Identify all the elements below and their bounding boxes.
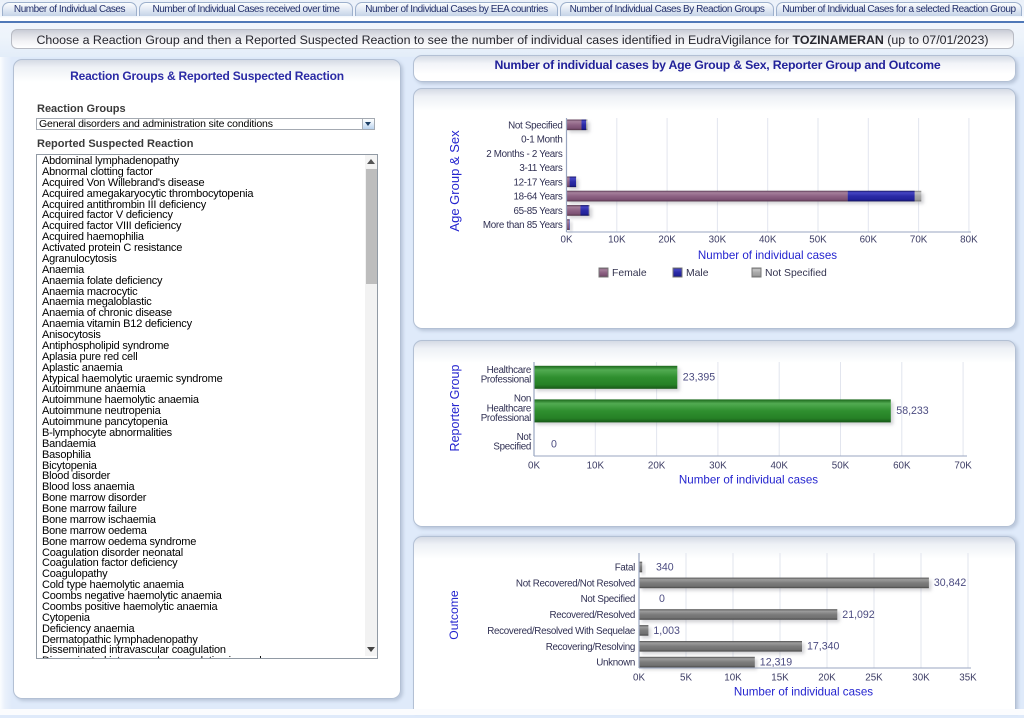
svg-text:10K: 10K bbox=[587, 461, 605, 472]
svg-text:30K: 30K bbox=[709, 461, 727, 472]
svg-text:15K: 15K bbox=[771, 673, 789, 684]
svg-text:17,340: 17,340 bbox=[807, 641, 840, 653]
svg-text:23,395: 23,395 bbox=[683, 372, 716, 384]
svg-text:30K: 30K bbox=[709, 235, 727, 246]
svg-text:Recovered/Resolved With Sequel: Recovered/Resolved With Sequelae bbox=[487, 626, 636, 637]
svg-text:30,842: 30,842 bbox=[934, 577, 967, 589]
svg-text:0: 0 bbox=[659, 593, 665, 605]
svg-text:21,092: 21,092 bbox=[842, 609, 875, 621]
svg-text:Number of individual cases: Number of individual cases bbox=[698, 249, 837, 262]
svg-text:50K: 50K bbox=[832, 461, 850, 472]
svg-text:12,319: 12,319 bbox=[760, 657, 793, 669]
svg-text:Recovering/Resolving: Recovering/Resolving bbox=[546, 642, 635, 653]
svg-text:70K: 70K bbox=[910, 235, 928, 246]
svg-text:40K: 40K bbox=[759, 235, 777, 246]
svg-text:0K: 0K bbox=[528, 461, 540, 472]
svg-text:Specified: Specified bbox=[493, 442, 531, 453]
svg-text:Unknown: Unknown bbox=[596, 658, 635, 669]
svg-text:Female: Female bbox=[612, 268, 647, 279]
svg-text:80K: 80K bbox=[960, 235, 978, 246]
svg-text:20K: 20K bbox=[658, 235, 676, 246]
svg-text:Fatal: Fatal bbox=[615, 563, 635, 574]
svg-text:10K: 10K bbox=[608, 235, 626, 246]
svg-text:0K: 0K bbox=[633, 673, 645, 684]
svg-text:20K: 20K bbox=[648, 461, 666, 472]
svg-text:Not Specified: Not Specified bbox=[508, 120, 562, 131]
svg-text:Professional: Professional bbox=[481, 375, 531, 386]
svg-text:30K: 30K bbox=[912, 673, 930, 684]
svg-text:2 Months - 2 Years: 2 Months - 2 Years bbox=[486, 149, 563, 160]
svg-text:Outcome: Outcome bbox=[447, 590, 461, 640]
svg-text:Not Recovered/Not Resolved: Not Recovered/Not Resolved bbox=[516, 578, 635, 589]
svg-text:65-85 Years: 65-85 Years bbox=[514, 206, 563, 217]
svg-text:20K: 20K bbox=[818, 673, 836, 684]
svg-text:70K: 70K bbox=[954, 461, 972, 472]
svg-text:10K: 10K bbox=[724, 673, 742, 684]
svg-text:35K: 35K bbox=[959, 673, 977, 684]
svg-text:Professional: Professional bbox=[481, 413, 531, 424]
svg-text:Number of individual cases: Number of individual cases bbox=[679, 474, 818, 487]
svg-text:Not Specified: Not Specified bbox=[765, 268, 827, 279]
svg-text:Recovered/Resolved: Recovered/Resolved bbox=[549, 610, 635, 621]
svg-text:3-11 Years: 3-11 Years bbox=[519, 163, 563, 174]
svg-text:50K: 50K bbox=[809, 235, 827, 246]
svg-text:Male: Male bbox=[686, 268, 709, 279]
svg-text:60K: 60K bbox=[893, 461, 911, 472]
svg-text:25K: 25K bbox=[865, 673, 883, 684]
svg-text:5K: 5K bbox=[680, 673, 692, 684]
svg-text:0K: 0K bbox=[561, 235, 573, 246]
svg-text:12-17 Years: 12-17 Years bbox=[514, 177, 563, 188]
svg-text:0: 0 bbox=[551, 439, 557, 451]
svg-text:340: 340 bbox=[656, 561, 674, 573]
svg-text:18-64 Years: 18-64 Years bbox=[514, 192, 563, 203]
svg-text:Age Group & Sex: Age Group & Sex bbox=[447, 130, 462, 232]
svg-text:Number of individual cases: Number of individual cases bbox=[734, 686, 873, 699]
svg-text:0-1 Month: 0-1 Month bbox=[521, 135, 562, 146]
svg-text:40K: 40K bbox=[770, 461, 788, 472]
svg-text:60K: 60K bbox=[860, 235, 878, 246]
svg-text:1,003: 1,003 bbox=[653, 625, 680, 637]
svg-text:Not Specified: Not Specified bbox=[581, 594, 635, 605]
svg-text:More than 85 Years: More than 85 Years bbox=[483, 220, 563, 231]
svg-text:58,233: 58,233 bbox=[896, 405, 929, 417]
svg-text:Reporter Group: Reporter Group bbox=[448, 365, 462, 452]
